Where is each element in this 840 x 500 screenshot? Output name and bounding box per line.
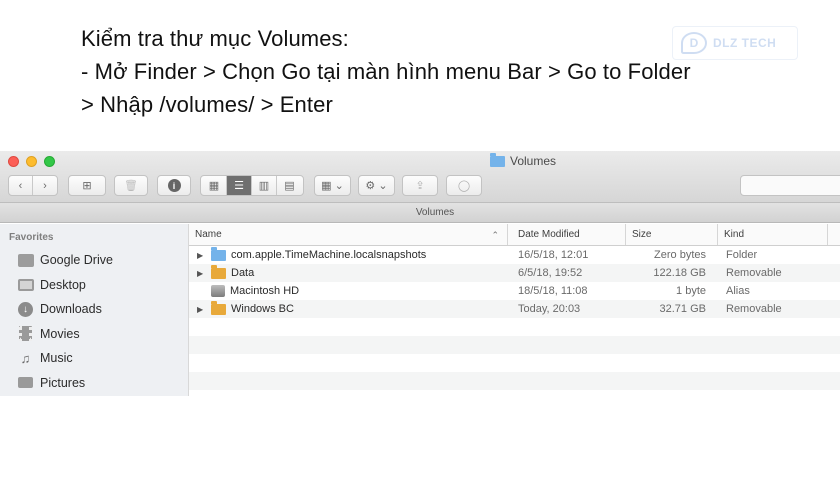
- table-row[interactable]: Macintosh HD 18/5/18, 11:08 1 byte Alias: [189, 282, 840, 300]
- watermark-text: DLZ TECH: [713, 36, 777, 50]
- close-button[interactable]: [8, 156, 19, 167]
- file-name: Windows BC: [231, 303, 294, 315]
- column-view-button[interactable]: ▥: [252, 176, 277, 195]
- file-size: Zero bytes: [654, 249, 706, 261]
- tag-button[interactable]: ◯: [446, 175, 482, 196]
- gallery-view-button[interactable]: ▤: [277, 176, 302, 195]
- path-bar: Volumes: [0, 203, 840, 223]
- sidebar-item-pictures[interactable]: Pictures: [0, 371, 188, 396]
- toolbar: ‹ › ⊞ 🗑 i ▦ ☰ ▥ ▤ ▦ ⌄ ⚙ ⌄ ⇪ ◯: [0, 175, 840, 197]
- table-row[interactable]: ▶ Data 6/5/18, 19:52 122.18 GB Removable: [189, 264, 840, 282]
- window-title-label: Volumes: [510, 154, 557, 168]
- file-kind: Folder: [726, 249, 758, 261]
- icon-view-button[interactable]: ▦: [202, 176, 227, 195]
- new-folder-button[interactable]: ⊞: [68, 175, 106, 196]
- file-size: 122.18 GB: [653, 267, 706, 279]
- date-modified: 18/5/18, 11:08: [518, 285, 588, 297]
- window-title: Volumes: [490, 152, 557, 168]
- trash-icon: 🗑: [124, 180, 138, 192]
- sidebar-item-label: Music: [40, 351, 73, 366]
- music-icon: ♫: [20, 350, 31, 366]
- sidebar-item-label: Pictures: [40, 375, 86, 390]
- movies-icon: [17, 326, 34, 342]
- file-size: 1 byte: [676, 285, 706, 297]
- column-kind-header[interactable]: Kind: [718, 224, 828, 245]
- sidebar-item-movies[interactable]: Movies: [0, 322, 188, 347]
- get-info-button[interactable]: i: [157, 175, 191, 196]
- date-modified: 6/5/18, 19:52: [518, 267, 583, 279]
- finder-content: Favorites Google Drive Desktop ↓ Downloa…: [0, 224, 840, 396]
- pictures-icon: [17, 376, 34, 390]
- file-list: Name ⌃ Date Modified Size Kind ▶ com.app…: [189, 224, 840, 396]
- back-button[interactable]: ‹: [9, 176, 34, 195]
- logo-icon: D: [681, 32, 707, 54]
- share-icon: ⇪: [415, 180, 425, 192]
- drive-folder-icon: [211, 300, 226, 315]
- downloads-icon: ↓: [17, 301, 34, 317]
- column-size-header[interactable]: Size: [626, 224, 718, 245]
- column-date-header[interactable]: Date Modified: [508, 224, 626, 245]
- file-name: Data: [231, 267, 255, 279]
- sidebar-item-label: Desktop: [40, 277, 86, 292]
- search-input[interactable]: [740, 175, 840, 196]
- file-kind: Alias: [726, 285, 750, 297]
- column-header: Name ⌃ Date Modified Size Kind: [189, 224, 840, 246]
- tag-icon: ◯: [457, 180, 471, 192]
- sidebar: Favorites Google Drive Desktop ↓ Downloa…: [0, 224, 189, 396]
- sidebar-item-label: Google Drive: [40, 253, 113, 268]
- date-modified: 16/5/18, 12:01: [518, 249, 589, 261]
- empty-row: [189, 336, 840, 354]
- drive-folder-icon: [211, 264, 226, 279]
- share-button[interactable]: ⇪: [402, 175, 438, 196]
- nav-buttons: ‹ ›: [8, 175, 58, 196]
- desktop-icon: [17, 278, 34, 292]
- new-folder-icon: ⊞: [82, 180, 92, 192]
- folder-icon: [211, 246, 226, 261]
- date-modified: Today, 20:03: [518, 303, 581, 315]
- sort-ascending-icon: ⌃: [491, 230, 499, 240]
- zoom-button[interactable]: [44, 156, 55, 167]
- sidebar-item-music[interactable]: ♫ Music: [0, 346, 188, 371]
- sidebar-item-label: Downloads: [40, 302, 102, 317]
- delete-button[interactable]: 🗑: [114, 175, 148, 196]
- window-controls: [8, 156, 55, 167]
- finder-window: Volumes ‹ › ⊞ 🗑 i ▦ ☰ ▥ ▤ ▦ ⌄ ⚙ ⌄ ⇪ ◯ Vo…: [0, 151, 840, 396]
- view-mode-buttons: ▦ ☰ ▥ ▤: [200, 175, 304, 196]
- info-icon: i: [167, 179, 181, 192]
- action-button[interactable]: ⚙ ⌄: [358, 175, 395, 196]
- disclosure-triangle-icon[interactable]: ▶: [197, 305, 211, 314]
- arrange-icon: ▦ ⌄: [321, 180, 344, 192]
- drive-icon: [17, 253, 34, 267]
- file-kind: Removable: [726, 303, 782, 315]
- file-name: com.apple.TimeMachine.localsnapshots: [231, 249, 427, 261]
- gear-icon: ⚙ ⌄: [365, 180, 388, 192]
- empty-row: [189, 372, 840, 390]
- file-kind: Removable: [726, 267, 782, 279]
- sidebar-heading: Favorites: [9, 232, 54, 243]
- list-view-button[interactable]: ☰: [227, 176, 252, 195]
- arrange-button[interactable]: ▦ ⌄: [314, 175, 351, 196]
- title-bar: Volumes ‹ › ⊞ 🗑 i ▦ ☰ ▥ ▤ ▦ ⌄ ⚙ ⌄ ⇪ ◯: [0, 151, 840, 203]
- empty-row: [189, 354, 840, 372]
- table-row[interactable]: ▶ Windows BC Today, 20:03 32.71 GB Remov…: [189, 300, 840, 318]
- forward-button[interactable]: ›: [33, 176, 57, 195]
- watermark-logo: D DLZ TECH: [672, 26, 798, 60]
- file-size: 32.71 GB: [659, 303, 706, 315]
- empty-row: [189, 318, 840, 336]
- column-name-header[interactable]: Name ⌃: [189, 224, 508, 245]
- disclosure-triangle-icon[interactable]: ▶: [197, 269, 211, 278]
- folder-icon: [490, 152, 505, 167]
- disclosure-triangle-icon[interactable]: ▶: [197, 251, 211, 260]
- hard-disk-icon: [211, 285, 225, 297]
- sidebar-item-desktop[interactable]: Desktop: [0, 273, 188, 298]
- sidebar-item-label: Movies: [40, 326, 80, 341]
- sidebar-item-downloads[interactable]: ↓ Downloads: [0, 297, 188, 322]
- minimize-button[interactable]: [26, 156, 37, 167]
- table-row[interactable]: ▶ com.apple.TimeMachine.localsnapshots 1…: [189, 246, 840, 264]
- instruction-line-3: > Nhập /volumes/ > Enter: [81, 92, 333, 117]
- file-name: Macintosh HD: [230, 285, 300, 297]
- column-name-label: Name: [195, 229, 222, 240]
- sidebar-item-google-drive[interactable]: Google Drive: [0, 248, 188, 273]
